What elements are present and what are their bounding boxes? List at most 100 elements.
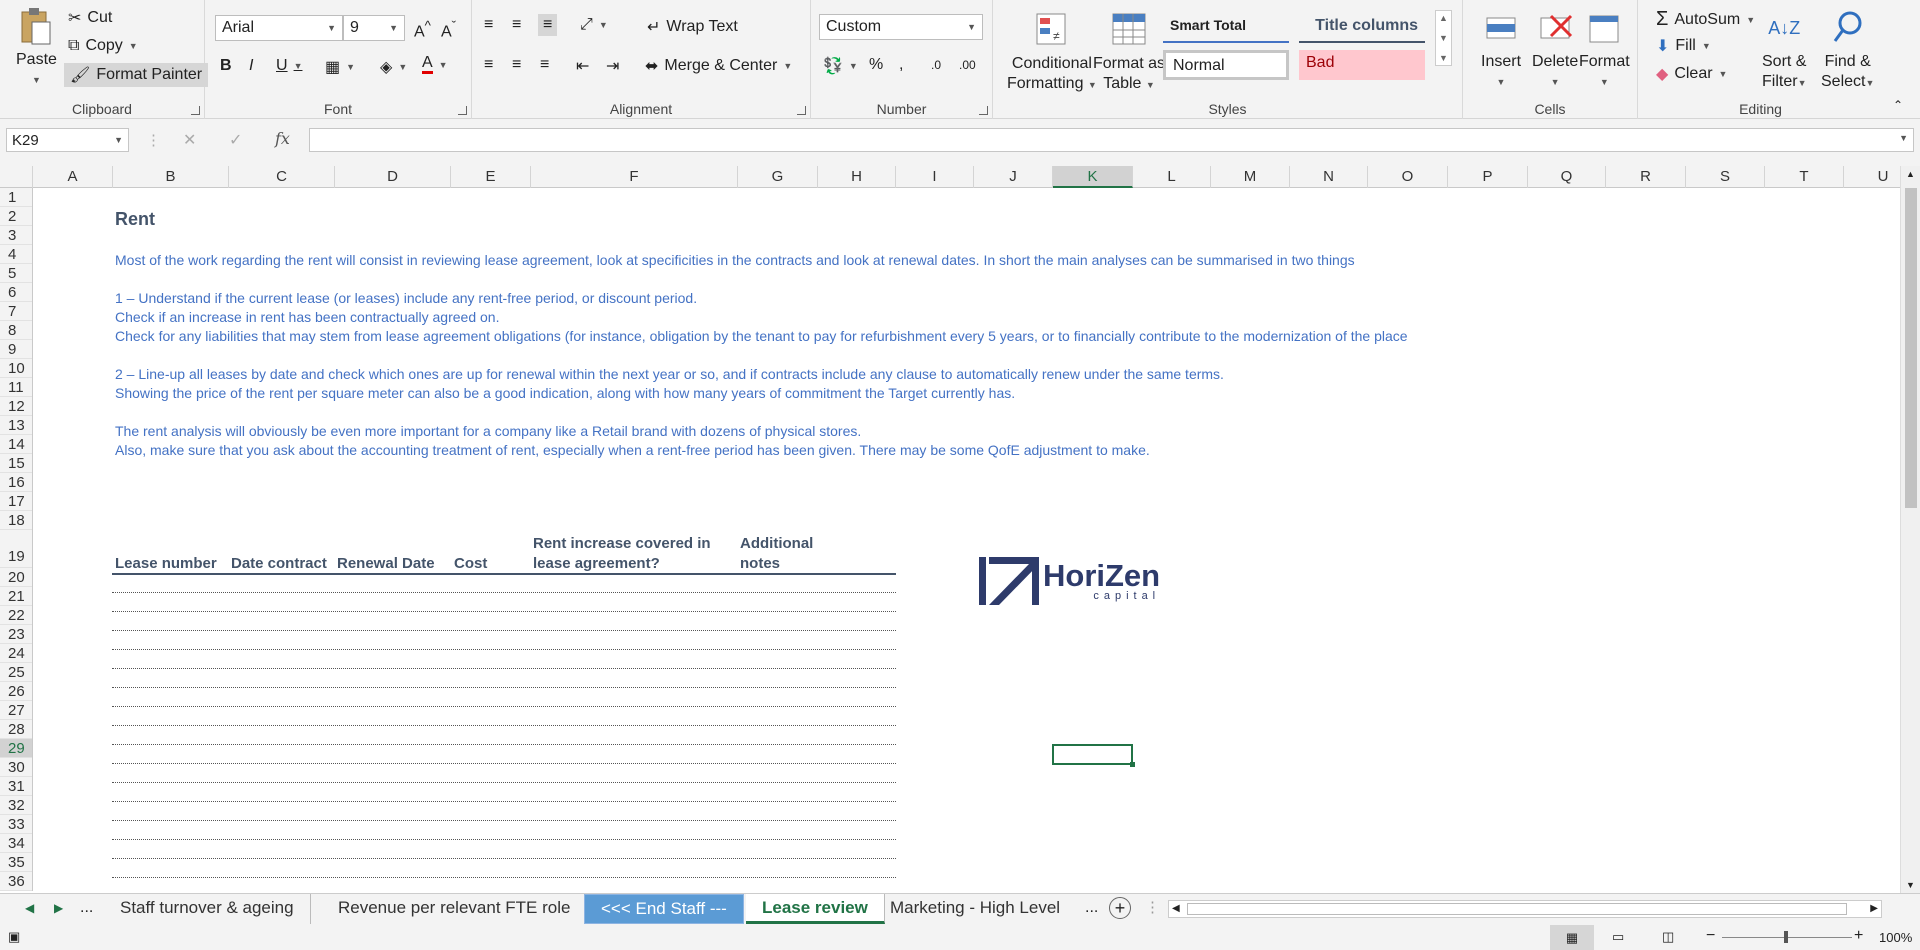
column-header[interactable]: I	[896, 166, 974, 188]
zoom-level[interactable]: 100%	[1879, 930, 1912, 945]
autosum-button[interactable]: Σ AutoSum ▼	[1656, 8, 1755, 31]
row-header[interactable]: 33	[0, 815, 32, 834]
row-header[interactable]: 6	[0, 283, 32, 302]
italic-button[interactable]: I	[249, 57, 253, 75]
column-header[interactable]: Q	[1528, 166, 1606, 188]
font-name-combo[interactable]: Arial ▼	[215, 15, 343, 41]
zoom-slider-thumb[interactable]	[1784, 931, 1788, 943]
table-row[interactable]	[112, 877, 896, 878]
chevron-down-icon[interactable]: ▼	[398, 62, 407, 72]
worksheet-grid[interactable]: ABCDEFGHIJKLMNOPQRSTU 1 2 3 4 5 6 7 8 9 10 11 12 13 1…	[0, 166, 1920, 893]
clipboard-launcher-icon[interactable]	[191, 106, 200, 115]
sort-filter-button[interactable]: A↓Z Sort & Filter▼	[1762, 8, 1806, 93]
scroll-left-icon[interactable]: ◀	[1172, 903, 1180, 914]
row-header[interactable]: 18	[0, 511, 32, 530]
tab-more-right[interactable]: ...	[1085, 899, 1098, 917]
chevron-down-icon[interactable]: ▼	[849, 61, 858, 71]
row-header[interactable]: 28	[0, 720, 32, 739]
table-row[interactable]	[112, 649, 896, 650]
row-header[interactable]: 19	[0, 530, 32, 568]
column-header[interactable]: L	[1133, 166, 1211, 188]
table-row[interactable]	[112, 630, 896, 631]
cancel-icon[interactable]: ✕	[183, 130, 196, 150]
row-header[interactable]: 25	[0, 663, 32, 682]
formula-input[interactable]	[309, 128, 1914, 152]
row-header[interactable]: 2	[0, 207, 32, 226]
style-normal[interactable]: Normal	[1163, 50, 1289, 80]
chevron-down-icon[interactable]: ▼	[783, 61, 792, 71]
zoom-out-icon[interactable]: −	[1706, 927, 1715, 945]
chevron-up-icon[interactable]: ▲	[1439, 13, 1448, 23]
column-header[interactable]: M	[1211, 166, 1290, 188]
column-header[interactable]: B	[113, 166, 229, 188]
row-header[interactable]: 12	[0, 397, 32, 416]
row-header[interactable]: 29	[0, 739, 32, 758]
number-format-combo[interactable]: Custom ▼	[819, 14, 983, 40]
align-top-button[interactable]: ≡	[484, 16, 493, 34]
insert-function-icon[interactable]: fx	[275, 129, 290, 148]
chevron-down-icon[interactable]: ▼	[294, 61, 303, 71]
vertical-scrollbar[interactable]: ▲ ▼	[1900, 166, 1920, 893]
scroll-down-icon[interactable]: ▼	[1906, 880, 1915, 890]
column-header[interactable]: P	[1448, 166, 1528, 188]
cut-button[interactable]: ✂ Cut	[68, 8, 112, 28]
row-header[interactable]: 31	[0, 777, 32, 796]
column-header[interactable]: K	[1053, 166, 1133, 188]
paste-button[interactable]: Paste ▼	[16, 6, 57, 90]
format-as-table-button[interactable]: Format as Table ▼	[1093, 10, 1165, 95]
selected-cell-k29[interactable]	[1052, 744, 1135, 767]
copy-dropdown-icon[interactable]: ▼	[129, 41, 138, 51]
gallery-more-icon[interactable]: ▼	[1439, 53, 1448, 63]
column-header[interactable]: S	[1686, 166, 1765, 188]
column-header[interactable]: A	[33, 166, 113, 188]
styles-gallery-scroll[interactable]: ▲ ▼ ▼	[1435, 10, 1452, 66]
table-row[interactable]	[112, 744, 896, 745]
page-break-view-icon[interactable]: ◫	[1662, 929, 1674, 945]
paste-dropdown-icon[interactable]: ▼	[32, 70, 41, 90]
row-header[interactable]: 3	[0, 226, 32, 245]
increase-font-button[interactable]: A^	[414, 18, 431, 41]
fill-button[interactable]: ⬇ Fill ▼	[1656, 36, 1711, 56]
merge-center-button[interactable]: ⬌ Merge & Center ▼	[645, 56, 792, 76]
table-row[interactable]	[112, 706, 896, 707]
zoom-in-icon[interactable]: +	[1854, 927, 1863, 945]
row-header[interactable]: 7	[0, 302, 32, 321]
font-launcher-icon[interactable]	[458, 106, 467, 115]
column-header[interactable]: J	[974, 166, 1053, 188]
orientation-button[interactable]: ⤢ ▼	[580, 16, 608, 34]
row-header[interactable]: 30	[0, 758, 32, 777]
alignment-launcher-icon[interactable]	[797, 106, 806, 115]
row-header[interactable]: 20	[0, 568, 32, 587]
tab-scroll-right-icon[interactable]: ▶	[54, 901, 63, 915]
tab-staff-turnover[interactable]: Staff turnover & ageing	[104, 894, 311, 924]
row-header[interactable]: 21	[0, 587, 32, 606]
style-bad[interactable]: Bad	[1299, 50, 1425, 80]
scroll-up-icon[interactable]: ▲	[1906, 169, 1915, 179]
align-bottom-button[interactable]: ≡	[538, 14, 558, 36]
row-header[interactable]: 13	[0, 416, 32, 435]
find-select-button[interactable]: Find & Select▼	[1821, 8, 1874, 93]
column-header[interactable]: D	[335, 166, 451, 188]
column-header[interactable]: F	[531, 166, 738, 188]
font-color-button[interactable]: A ▼	[422, 55, 448, 74]
decrease-indent-button[interactable]: ⇤	[576, 56, 589, 76]
row-header[interactable]: 11	[0, 378, 32, 397]
table-row[interactable]	[112, 782, 896, 783]
align-middle-button[interactable]: ≡	[512, 16, 521, 34]
column-header[interactable]: E	[451, 166, 531, 188]
table-row[interactable]	[112, 763, 896, 764]
comma-button[interactable]: ,	[899, 56, 903, 74]
row-header[interactable]: 26	[0, 682, 32, 701]
tab-splitter-icon[interactable]: ⋮	[1145, 898, 1160, 916]
row-header[interactable]: 9	[0, 340, 32, 359]
chevron-down-icon[interactable]: ▼	[346, 62, 355, 72]
table-row[interactable]	[112, 687, 896, 688]
row-header[interactable]: 4	[0, 245, 32, 264]
chevron-down-icon[interactable]: ▼	[599, 20, 608, 30]
tab-more-left[interactable]: ...	[80, 899, 93, 917]
chevron-down-icon[interactable]: ▼	[439, 60, 448, 70]
tab-marketing-high-level[interactable]: Marketing - High Level	[874, 894, 1076, 924]
copy-button[interactable]: ⧉ Copy ▼	[68, 37, 138, 55]
tab-lease-review[interactable]: Lease review	[746, 894, 885, 924]
delete-button[interactable]: Delete ▼	[1532, 8, 1578, 92]
